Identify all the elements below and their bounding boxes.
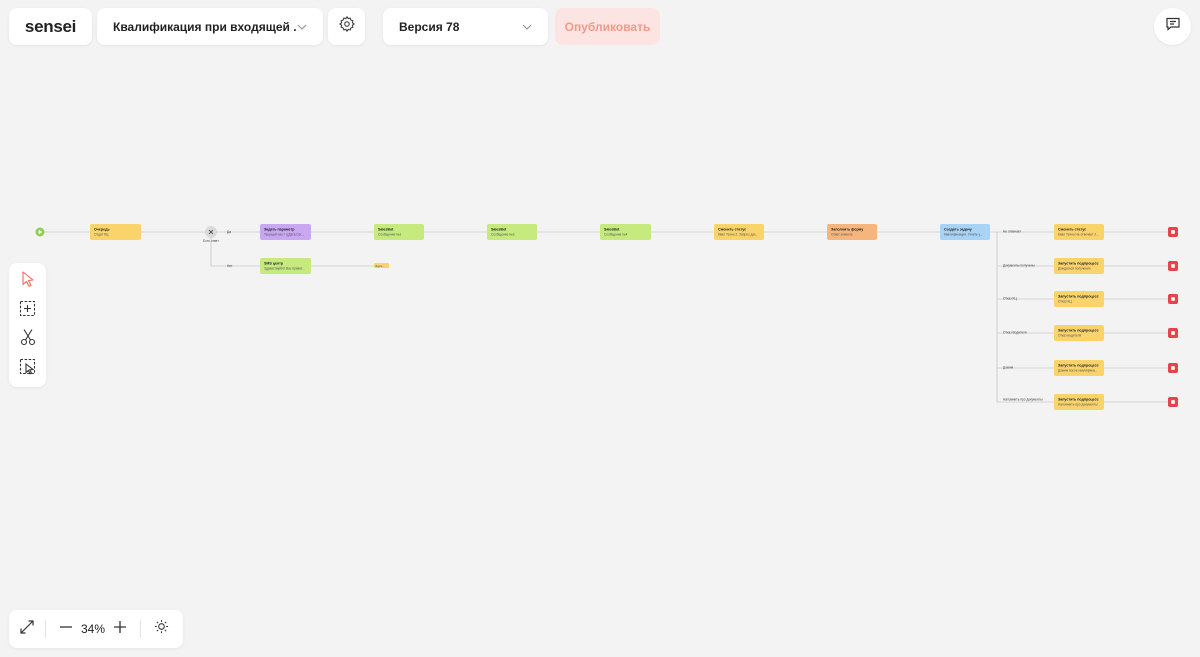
- node-title: SalesBot: [378, 228, 394, 232]
- flow-node[interactable]: Очередь Отдел КЦ: [90, 224, 141, 240]
- end-node[interactable]: [1168, 397, 1178, 407]
- node-title: Заполнить форму: [831, 228, 863, 232]
- node-title: Запустить подпроцесс: [1058, 295, 1099, 299]
- end-node[interactable]: [1168, 294, 1178, 304]
- flow-node[interactable]: Запустить подпроцесс Напомнить про докум…: [1054, 394, 1104, 410]
- node-subtitle: Отказ водителя: [1058, 334, 1081, 338]
- condition-label: Есть ответ: [203, 239, 219, 243]
- stop-icon: [1171, 297, 1175, 301]
- node-subtitle: Здравствуйте! Вас привет...: [264, 267, 305, 271]
- flow-node[interactable]: Сменить статус Квал Техно Не отвечает л.…: [1054, 224, 1104, 240]
- node-title: Запустить подпроцесс: [1058, 329, 1099, 333]
- node-title: SMS центр: [264, 262, 284, 266]
- branch-label: Отказ Водителя: [1003, 331, 1027, 335]
- end-node[interactable]: [1168, 227, 1178, 237]
- node-title: Запустить подпроцесс: [1058, 398, 1099, 402]
- flow-node[interactable]: Ждать...: [374, 263, 389, 268]
- flow-node[interactable]: Создать задачу Квалификация. Узнать у...: [940, 224, 990, 240]
- node-subtitle: Квалификация. Узнать у...: [944, 233, 982, 237]
- node-subtitle: Сообщение №3: [491, 233, 515, 237]
- flow-node[interactable]: SalesBot Сообщение №3: [487, 224, 537, 240]
- flow-node[interactable]: Задать параметр Текущий час = ((Дата.Сег…: [260, 224, 311, 240]
- flow-node[interactable]: SMS центр Здравствуйте! Вас привет...: [260, 258, 311, 274]
- stop-icon: [1171, 331, 1175, 335]
- node-title: Задать параметр: [264, 228, 295, 232]
- stop-icon: [1171, 230, 1175, 234]
- node-subtitle: Дожим после квалифика...: [1058, 369, 1097, 373]
- end-node[interactable]: [1168, 261, 1178, 271]
- end-node[interactable]: [1168, 363, 1178, 373]
- flow-node[interactable]: Заполнить форму Ответ клиента: [827, 224, 877, 240]
- node-subtitle: Текущий час = ((Дата.Сег...: [264, 233, 304, 237]
- condition-no-label: Нет: [227, 264, 233, 268]
- flow-node[interactable]: Запустить подпроцесс Отказ водителя: [1054, 325, 1104, 341]
- flow-node[interactable]: SalesBot Сообщение №1: [374, 224, 424, 240]
- node-subtitle: Отказ КЦ: [1058, 300, 1072, 304]
- node-title: Сменить статус: [1058, 228, 1086, 232]
- node-title: Очередь: [94, 228, 110, 232]
- node-title: SalesBot: [491, 228, 507, 232]
- flow-node[interactable]: Запустить подпроцесс Дожим после квалифи…: [1054, 360, 1104, 376]
- node-subtitle: Сообщение №4: [604, 233, 628, 237]
- stop-icon: [1171, 366, 1175, 370]
- flow-canvas[interactable]: Есть ответ Да Нет Очередь Отдел КЦ Задат…: [0, 0, 1200, 657]
- node-title: Запустить подпроцесс: [1058, 364, 1099, 368]
- node-subtitle: Отдел КЦ: [94, 233, 109, 237]
- node-title: Запустить подпроцесс: [1058, 262, 1099, 266]
- node-subtitle: Напомнить про документы: [1058, 403, 1098, 407]
- branch-label: Дожим: [1003, 366, 1013, 370]
- stop-icon: [1171, 264, 1175, 268]
- node-subtitle: Квал Техно Не отвечает л...: [1058, 233, 1099, 237]
- node-subtitle: Дождаться получения: [1058, 267, 1091, 271]
- stop-icon: [1171, 400, 1175, 404]
- node-subtitle: Сообщение №1: [378, 233, 402, 237]
- flow-node[interactable]: Запустить подпроцесс Дождаться получения: [1054, 258, 1104, 274]
- flow-node[interactable]: SalesBot Сообщение №4: [600, 224, 651, 240]
- flow-node[interactable]: Запустить подпроцесс Отказ КЦ: [1054, 291, 1104, 307]
- end-node[interactable]: [1168, 328, 1178, 338]
- condition-yes-label: Да: [227, 230, 231, 234]
- node-title: Сменить статус: [718, 228, 746, 232]
- branch-label: Документы получены: [1003, 264, 1035, 268]
- node-title: Создать задачу: [944, 228, 972, 232]
- flow-node[interactable]: Сменить статус Квал Техно 2. Запрос док.…: [714, 224, 764, 240]
- node-subtitle: Ответ клиента: [831, 233, 853, 237]
- branch-label: Не отвечает: [1003, 230, 1022, 234]
- branch-label: Напомнить про документы: [1003, 398, 1043, 402]
- node-subtitle: Квал Техно 2. Запрос док...: [718, 233, 758, 237]
- node-subtitle: Ждать...: [375, 265, 385, 268]
- node-title: SalesBot: [604, 228, 620, 232]
- branch-label: Отказ КЦ: [1003, 297, 1017, 301]
